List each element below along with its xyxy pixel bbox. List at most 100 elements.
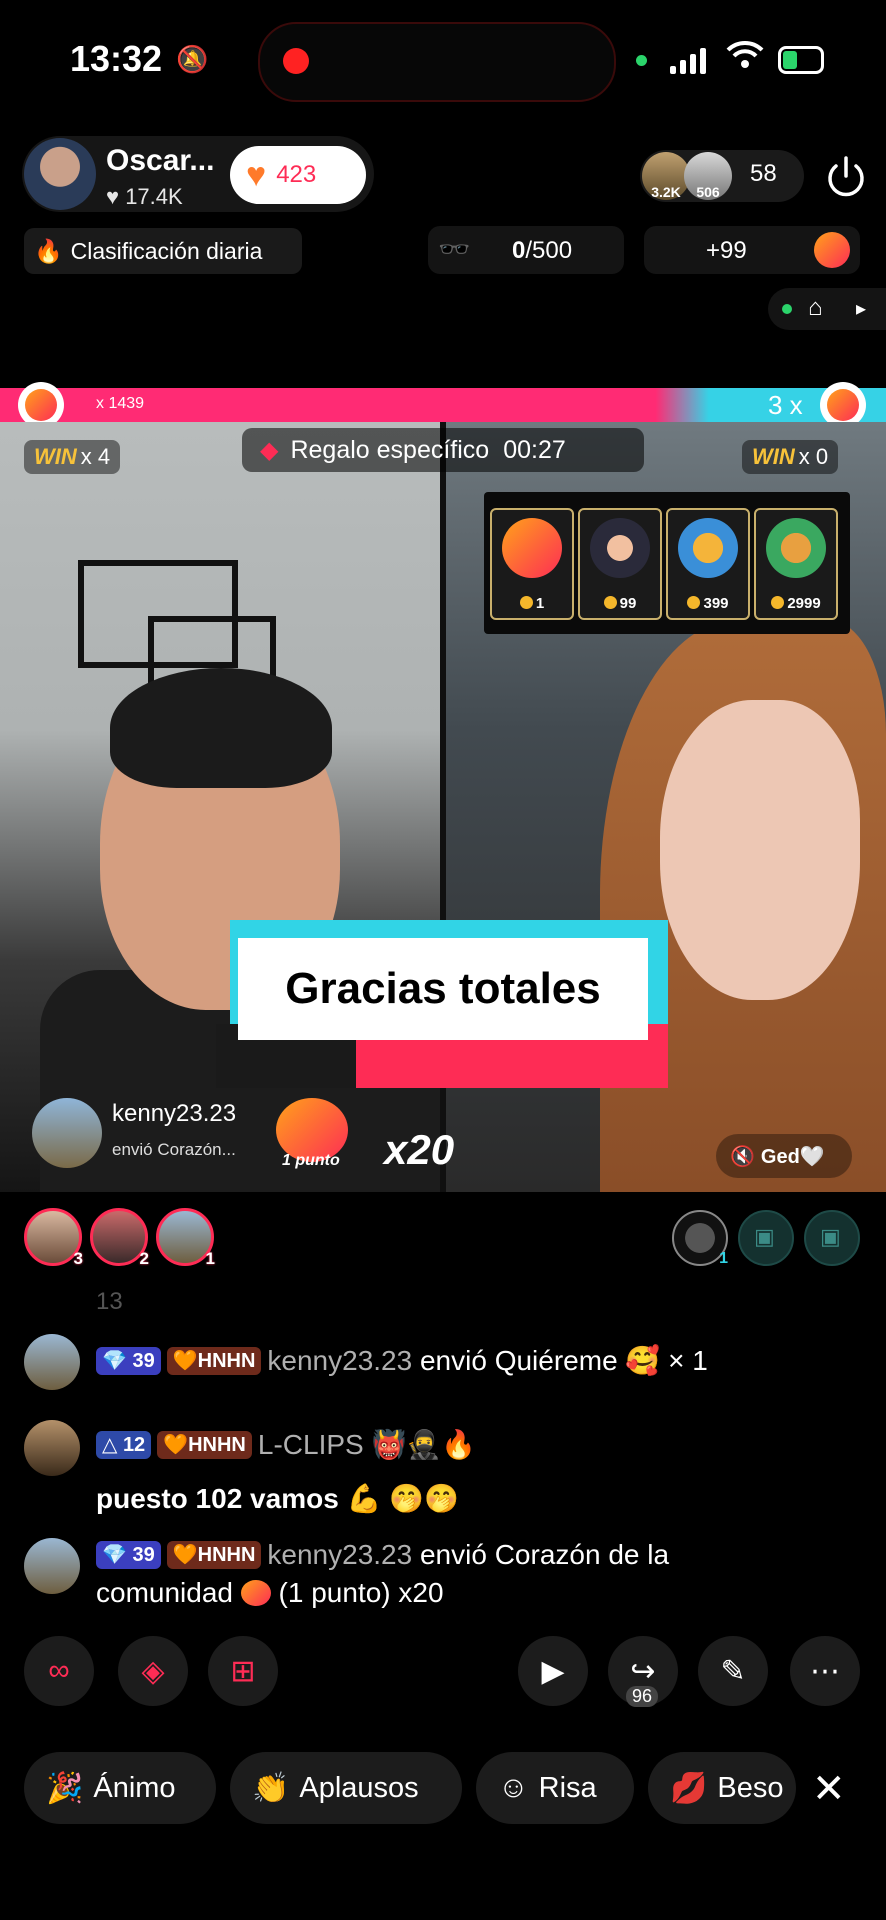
right-win-value: x 0 <box>798 444 829 469</box>
recording-indicator-icon <box>283 48 309 74</box>
top-gifter-avatar[interactable]: 2 <box>90 1208 149 1268</box>
community-heart-icon <box>814 232 850 268</box>
viewer-badge: 3.2K <box>651 184 681 200</box>
chat-message: 💎 39 🧡HNHN kenny23.23 envió Quiéreme 🥰 × 1 <box>96 1342 708 1380</box>
chat-username[interactable]: L-CLIPS <box>258 1429 364 1460</box>
silent-mode-icon: 🔕 <box>176 44 209 74</box>
rank-number: 2 <box>139 1249 149 1268</box>
chat-message: △ 12 🧡HNHN L-CLIPS 👹🥷🔥 <box>96 1426 476 1464</box>
gift-icon: 🥰 <box>625 1345 661 1376</box>
chat-username[interactable]: kenny23.23 <box>267 1539 412 1570</box>
chevron-right-icon: ▸ <box>856 298 867 320</box>
more-options-button[interactable]: ⋯ <box>790 1636 860 1706</box>
reaction-label: Ánimo <box>93 1771 176 1804</box>
gift-price: 1 <box>535 595 545 612</box>
heart-outline-icon: ♥ <box>106 184 120 209</box>
goal-current: 0 <box>512 237 526 264</box>
viewer-count[interactable]: 58 <box>750 160 777 188</box>
viewer-badge: 506 <box>696 184 720 200</box>
chat-avatar[interactable] <box>24 1420 80 1476</box>
left-win-count: WIN x 4 <box>24 440 121 474</box>
empty-seat-icon[interactable]: ▣ <box>804 1210 860 1266</box>
gift-action: envió Corazón... <box>112 1140 236 1159</box>
lips-icon: 💋 <box>670 1771 708 1805</box>
gift-points: 1 punto <box>282 1152 340 1169</box>
fan-badge: 🧡HNHN <box>166 1541 262 1569</box>
reaction-label: Risa <box>538 1771 597 1804</box>
viewer-list[interactable]: 3.2K 506 <box>640 150 804 202</box>
chat-message-continued: comunidad (1 punto) x20 <box>96 1574 444 1612</box>
gift-price: 399 <box>703 595 729 612</box>
close-icon[interactable]: ✕ <box>812 1766 846 1812</box>
power-icon[interactable] <box>822 152 870 200</box>
host-likes: ♥ 17.4K <box>106 184 183 210</box>
ellipsis-icon: ⋯ <box>810 1654 840 1688</box>
character-gift-icon <box>678 518 738 578</box>
host-hair <box>110 668 332 788</box>
chat-suffix: × 1 <box>668 1345 708 1376</box>
win-label: WIN <box>34 444 77 469</box>
left-win-value: x 4 <box>80 444 111 469</box>
gift-option[interactable]: 99 <box>578 508 662 620</box>
video-button[interactable]: ▶ <box>518 1636 588 1706</box>
heart-button[interactable]: ♥ 423 <box>230 146 366 204</box>
heart-gift-icon <box>240 1580 271 1606</box>
mute-opponent-button[interactable]: 🔇 Ged🤍 <box>716 1134 852 1178</box>
share-button[interactable]: ↪ 96 <box>608 1636 678 1707</box>
gift-option[interactable]: 1 <box>490 508 574 620</box>
gift-option[interactable]: 2999 <box>754 508 838 620</box>
right-multiplier: 3 x <box>768 390 803 420</box>
rewards-count: +99 <box>706 237 747 264</box>
specific-gift-timer[interactable]: ◆ Regalo específico 00:27 <box>242 428 644 472</box>
party-popper-icon: 🎉 <box>46 1771 84 1805</box>
guest-avatar[interactable]: 1 <box>672 1210 728 1267</box>
fan-badge: 🧡HNHN <box>166 1347 262 1375</box>
gift-multiplier: x20 <box>384 1126 455 1173</box>
viewer-avatar[interactable]: 506 <box>684 152 732 200</box>
heart-gift-icon <box>502 518 562 578</box>
level-badge: 💎 39 <box>96 1347 161 1375</box>
chat-text: puesto 102 vamos 💪 🤭🤭 <box>96 1483 459 1514</box>
reaction-applause[interactable]: 👏 Aplausos <box>230 1752 462 1824</box>
host-avatar[interactable] <box>24 138 96 210</box>
reaction-cheer[interactable]: 🎉 Ánimo <box>24 1752 216 1824</box>
online-dot-icon <box>782 304 792 314</box>
gift-options-panel[interactable]: 1 99 399 2999 <box>484 492 850 634</box>
battle-button[interactable]: ◈ <box>118 1636 188 1706</box>
rewards-pill[interactable]: +99 <box>644 226 860 274</box>
gift-price: 2999 <box>787 595 821 612</box>
chat-username[interactable]: kenny23.23 <box>267 1345 412 1376</box>
left-multiplier: x 1439 <box>96 395 145 412</box>
goal-pill[interactable]: 🕶️ 0/500 <box>428 226 624 274</box>
top-gifter-avatar[interactable]: 3 <box>24 1208 83 1268</box>
chat-text: envió Corazón de la <box>419 1539 670 1570</box>
status-time: 13:32 <box>70 38 163 79</box>
multi-guest-button[interactable]: ∞ <box>24 1636 94 1706</box>
live-shop-button[interactable]: ⌂ ▸ <box>768 288 886 330</box>
fan-badge: 🧡HNHN <box>157 1431 252 1459</box>
gifter-name[interactable]: kenny23.23 <box>112 1100 236 1128</box>
speaker-muted-icon: 🔇 <box>730 1145 755 1168</box>
goal-target: /500 <box>525 237 573 264</box>
effects-button[interactable]: ✎ <box>698 1636 768 1706</box>
daily-ranking-button[interactable]: 🔥 Clasificación diaria <box>24 228 302 274</box>
viewer-avatar[interactable]: 3.2K <box>642 152 690 200</box>
gifter-avatar[interactable] <box>32 1098 102 1168</box>
more-features-button[interactable]: ⊞ <box>208 1636 278 1706</box>
thank-you-banner: Gracias totales <box>238 938 648 1040</box>
chat-text: comunidad <box>96 1577 233 1608</box>
gift-price: 99 <box>619 595 637 612</box>
chat-avatar[interactable] <box>24 1334 80 1390</box>
rank-number: 3 <box>73 1249 83 1268</box>
guest-seat-number: 1 <box>719 1250 728 1267</box>
chat-avatar[interactable] <box>24 1538 80 1594</box>
glasses-gift-icon <box>590 518 650 578</box>
host-name[interactable]: Oscar... <box>106 144 214 178</box>
empty-seat-icon[interactable]: ▣ <box>738 1210 794 1266</box>
share-count: 96 <box>626 1686 659 1707</box>
gift-option[interactable]: 399 <box>666 508 750 620</box>
top-gifter-avatar[interactable]: 1 <box>156 1208 215 1268</box>
opponent-name: Ged🤍 <box>760 1145 825 1168</box>
reaction-laugh[interactable]: ☺ Risa <box>476 1752 634 1824</box>
reaction-kiss[interactable]: 💋 Beso <box>648 1752 796 1824</box>
